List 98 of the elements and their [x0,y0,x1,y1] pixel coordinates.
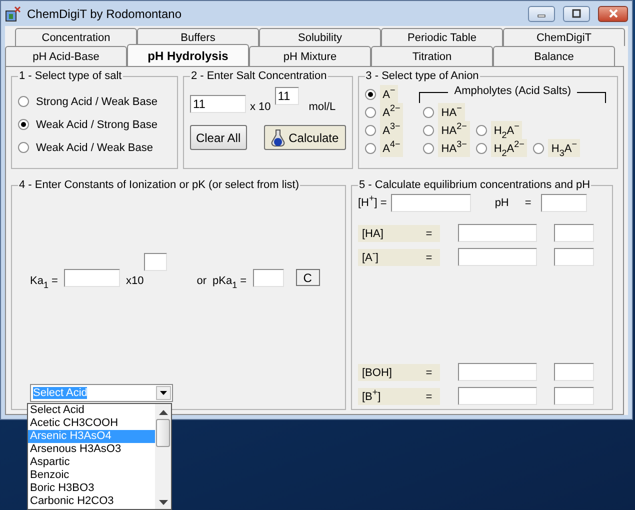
species-label: [HA] [358,224,418,242]
anion-label: A$^{3−}$ [380,121,404,139]
radio-button[interactable] [476,142,487,154]
anion-label: HA$^{2−}$ [438,121,470,139]
dropdown-arrow-icon [160,391,167,395]
concentration-result-field[interactable] [458,387,537,405]
species-label: [B$^{+}$] [358,388,418,404]
radio-button[interactable] [423,142,434,154]
list-item[interactable]: Carbonic H2CO3 [28,495,155,508]
tab[interactable]: Buffers [137,28,259,46]
concentration-result-field[interactable] [458,224,537,242]
tab[interactable]: Concentration [15,28,137,46]
radio-button[interactable] [18,119,29,130]
radio-button[interactable] [18,142,29,153]
flask-app-icon [5,6,21,22]
close-icon [608,9,618,18]
concentration-result-field[interactable] [458,248,537,266]
radio-button[interactable] [364,88,376,100]
tab[interactable]: pH Acid-Base [5,46,127,66]
scroll-up-icon [158,410,168,415]
flask-icon [270,128,285,146]
concentration-field[interactable]: 11 [190,95,246,113]
result-field[interactable] [554,224,594,242]
scrollbar[interactable] [155,404,171,509]
h-ion-label: [H$^{+}$] = [358,197,387,209]
radio-button[interactable] [364,142,376,154]
anion-label: A$^{2−}$ [380,103,404,121]
unit-label: mol/L [308,101,336,113]
or-label: or [196,275,206,287]
anion-label: A$^{4−}$ [380,139,404,157]
group-title: 1 - Select type of salt [18,70,123,82]
ph-field[interactable] [541,194,588,212]
radio-button[interactable] [423,124,434,136]
radio-button[interactable] [533,142,544,154]
equals-label: = [418,224,440,242]
species-label: [BOH] [358,364,418,380]
ka-label: Ka$_{1}$ = [30,275,58,287]
anion-label: A$^{−}$ [380,85,398,103]
tab[interactable]: pH Hydrolysis [127,44,249,66]
option-label: Strong Acid / Weak Base [36,96,158,108]
ka-field[interactable] [64,269,120,287]
equals-label: = [418,248,440,266]
species-label: [A$^{-}$] [358,248,418,266]
calculate-button[interactable]: Calculate [264,125,346,150]
result-field[interactable] [554,248,594,266]
tab[interactable]: Balance [493,46,615,66]
result-field[interactable] [554,363,594,381]
bracket-line [577,92,606,103]
list-item[interactable]: Benzoic [28,469,155,482]
window-title: ChemDigiT by Rodomontano [27,6,183,20]
anion-label: HA$^{−}$ [438,103,465,121]
tab[interactable]: Periodic Table [381,28,503,46]
list-item[interactable]: Acetic CH3COOH [28,417,155,430]
list-item[interactable]: Aspartic [28,456,155,469]
option-label: Weak Acid / Strong Base [36,118,158,130]
equals-label: = [524,197,532,209]
group-title: 3 - Select type of Anion [364,70,480,82]
radio-button[interactable] [476,124,487,136]
tab[interactable]: ChemDigiT [503,28,625,46]
concentration-result-field[interactable] [458,363,537,381]
list-item[interactable]: Boric H3BO3 [28,482,155,495]
radio-button[interactable] [364,124,376,136]
tab[interactable]: Solubility [259,28,381,46]
group-title: 5 - Calculate equilibrium concentrations and pH [358,179,592,191]
tab[interactable]: Titration [371,46,493,66]
anion-label: H$_{2}$A$^{2−}$ [490,139,528,157]
h-ion-field[interactable] [390,194,471,212]
list-item[interactable]: Select Acid [28,404,155,417]
maximize-button[interactable] [563,6,590,22]
radio-button[interactable] [364,106,376,118]
equals-label: = [418,388,440,404]
exponent-field[interactable]: 11 [274,87,299,105]
tab[interactable]: pH Mixture [249,46,371,66]
result-field[interactable] [554,387,594,405]
scroll-thumb[interactable] [156,419,170,447]
clear-button[interactable]: Clear All [190,125,247,150]
option-label: Weak Acid / Weak Base [36,142,153,154]
scroll-down-icon [158,500,168,505]
pka-label: pKa$_{1}$ = [212,275,247,287]
group-title: 2 - Enter Salt Concentration [190,70,328,82]
multiplier-label: x10 [126,275,144,287]
minimize-button[interactable] [528,6,555,22]
radio-button[interactable] [18,96,29,107]
exponent-field[interactable] [144,253,167,271]
equals-label: = [418,364,440,380]
section-label: Ampholytes (Acid Salts) [454,85,572,97]
group-title: 4 - Enter Constants of Ionization or pK (or select from list) [18,179,300,191]
radio-button[interactable] [423,106,434,118]
close-button[interactable] [598,6,628,22]
ph-label: pH [494,197,509,209]
maximize-icon [571,9,582,18]
pka-field[interactable] [252,269,284,287]
multiplier-label: x 10 [250,101,271,113]
anion-label: H$_{3}$A$^{−}$ [548,139,580,157]
anion-label: H$_{2}$A$^{−}$ [490,121,522,139]
clear-button[interactable]: C [296,269,320,286]
anion-label: HA$^{3−}$ [438,139,470,157]
list-item[interactable]: Arsenous H3AsO3 [28,443,155,456]
